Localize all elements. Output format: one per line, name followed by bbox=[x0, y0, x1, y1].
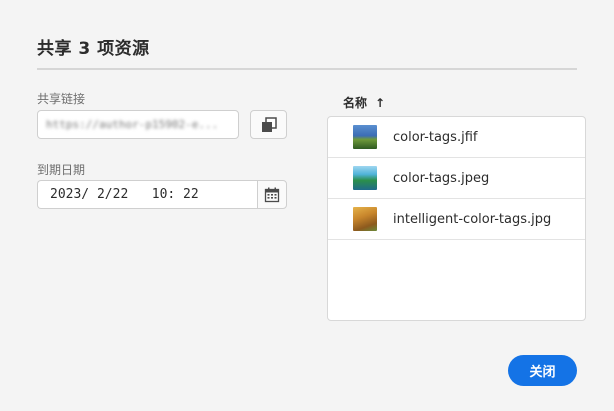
dialog-title: 共享 3 项资源 bbox=[37, 39, 150, 59]
name-column-header[interactable]: 名称 ↑ bbox=[343, 94, 385, 111]
share-link-value: https://author-p15902-e... bbox=[46, 118, 219, 131]
share-link-field[interactable]: https://author-p15902-e... bbox=[37, 110, 239, 139]
name-column-label: 名称 bbox=[343, 96, 368, 110]
list-item[interactable]: color-tags.jfif bbox=[328, 117, 585, 158]
arrow-up-icon: ↑ bbox=[375, 95, 386, 110]
asset-name: color-tags.jfif bbox=[393, 129, 478, 145]
expiry-date-label: 到期日期 bbox=[37, 163, 86, 177]
title-divider bbox=[37, 68, 577, 70]
list-item[interactable]: color-tags.jpeg bbox=[328, 158, 585, 199]
expiry-date-input[interactable]: 2023/ 2/22 10: 22 bbox=[37, 180, 257, 209]
asset-list: color-tags.jfif color-tags.jpeg intellig… bbox=[327, 116, 586, 321]
image-thumbnail-icon bbox=[353, 166, 377, 190]
copy-link-button[interactable] bbox=[250, 110, 287, 139]
asset-name: color-tags.jpeg bbox=[393, 170, 490, 186]
asset-name: intelligent-color-tags.jpg bbox=[393, 211, 552, 227]
close-button[interactable]: 关闭 bbox=[508, 355, 577, 386]
calendar-button[interactable] bbox=[257, 180, 287, 209]
share-dialog: 共享 3 项资源 共享链接 https://author-p15902-e...… bbox=[0, 0, 614, 411]
image-thumbnail-icon bbox=[353, 125, 377, 149]
calendar-icon bbox=[264, 187, 280, 202]
image-thumbnail-icon bbox=[353, 207, 377, 231]
copy-icon bbox=[261, 116, 277, 132]
share-link-label: 共享链接 bbox=[37, 92, 86, 106]
list-item[interactable]: intelligent-color-tags.jpg bbox=[328, 199, 585, 240]
